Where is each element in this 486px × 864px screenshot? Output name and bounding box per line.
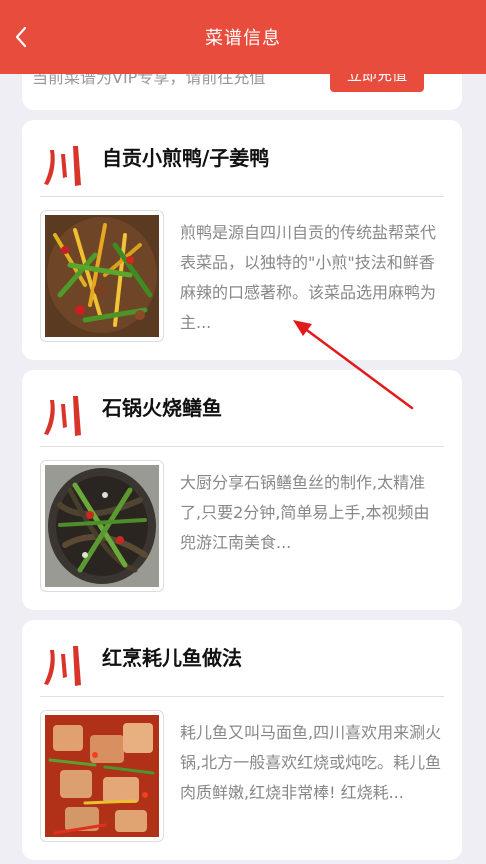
recipe-image xyxy=(40,210,164,342)
recipe-card[interactable]: 石锅火烧鳝鱼 大厨分享石锅鳝鱼丝的制作,太精准了,只要2分钟,简单易上手,本视频… xyxy=(22,370,462,610)
back-arrow-icon[interactable] xyxy=(14,25,34,49)
divider xyxy=(40,196,444,197)
page-title: 菜谱信息 xyxy=(205,28,281,49)
app-header: 菜谱信息 xyxy=(0,0,486,74)
recipe-card[interactable]: 红烹耗儿鱼做法 耗儿鱼又叫马面鱼,四川喜欢用来涮火锅,北方一般喜欢红烧或炖吃。耗… xyxy=(22,620,462,860)
sichuan-logo-icon xyxy=(40,142,86,188)
recipe-card[interactable]: 自贡小煎鸭/子姜鸭 煎鸭是源自四川自贡的传统盐帮菜代表菜品，以独特的"小煎"技法… xyxy=(22,120,462,360)
recipe-description: 煎鸭是源自四川自贡的传统盐帮菜代表菜品，以独特的"小煎"技法和鲜香麻辣的口感著称… xyxy=(180,223,437,332)
recipe-description: 大厨分享石锅鳝鱼丝的制作,太精准了,只要2分钟,简单易上手,本视频由兜游江南美食… xyxy=(180,473,430,552)
recipe-description: 耗儿鱼又叫马面鱼,四川喜欢用来涮火锅,北方一般喜欢红烧或炖吃。耗儿鱼肉质鲜嫩,红… xyxy=(180,723,442,802)
divider xyxy=(40,446,444,447)
recipe-title: 自贡小煎鸭/子姜鸭 xyxy=(102,146,270,170)
sichuan-logo-icon xyxy=(40,392,86,438)
recipe-title: 红烹耗儿鱼做法 xyxy=(102,646,242,670)
recipe-image xyxy=(40,460,164,592)
recipe-title: 石锅火烧鳝鱼 xyxy=(102,396,222,420)
sichuan-logo-icon xyxy=(40,642,86,688)
recipe-image xyxy=(40,710,164,842)
divider xyxy=(40,696,444,697)
